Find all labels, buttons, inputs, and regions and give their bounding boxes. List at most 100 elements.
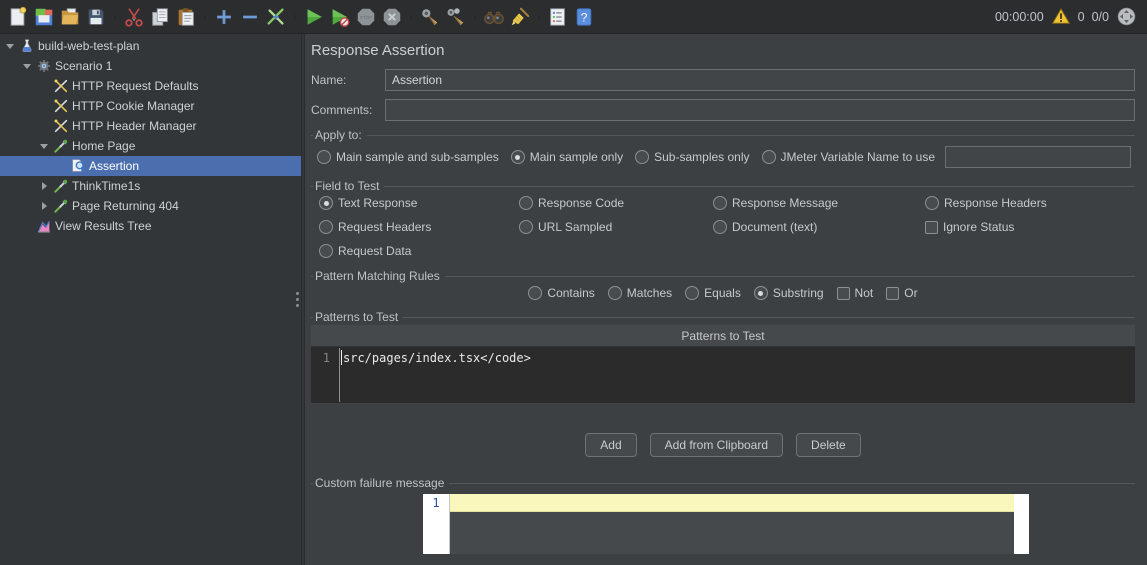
help-icon[interactable] [572, 5, 596, 29]
search-reset-icon[interactable] [508, 5, 532, 29]
tree-item[interactable]: Home Page [0, 136, 301, 156]
pattern-row[interactable]: 1 src/pages/index.tsx</code> [312, 348, 1134, 367]
expander-icon[interactable] [38, 196, 50, 216]
tree-item[interactable]: Page Returning 404 [0, 196, 301, 216]
radio-label: Matches [627, 286, 672, 300]
tree-item-label: Assertion [89, 159, 139, 173]
radio-option[interactable]: Ignore Status [925, 220, 1135, 234]
cut-icon[interactable] [122, 5, 146, 29]
radio-icon [319, 244, 333, 258]
radio-icon [319, 220, 333, 234]
expander-icon[interactable] [21, 216, 33, 236]
expander-icon[interactable] [38, 116, 50, 136]
radio-option[interactable]: Equals [685, 286, 741, 300]
patterns-editor[interactable]: 1 src/pages/index.tsx</code> [311, 347, 1135, 403]
name-input[interactable] [385, 69, 1135, 91]
wrench-icon [53, 78, 69, 94]
radio-icon [519, 220, 533, 234]
radio-option[interactable]: Document (text) [713, 220, 925, 234]
expander-icon[interactable] [21, 56, 33, 76]
expander-icon[interactable] [4, 36, 16, 56]
radio-option[interactable]: Main sample and sub-samples [317, 150, 499, 164]
radio-option[interactable]: Sub-samples only [635, 150, 749, 164]
expander-icon[interactable] [38, 76, 50, 96]
add-button[interactable]: Add [585, 433, 636, 457]
test-plan-tree: build-web-test-plan Scenario 1 HTTP Requ… [0, 34, 301, 565]
comments-input[interactable] [385, 99, 1135, 121]
start-no-pauses-icon[interactable] [328, 5, 352, 29]
editor-gutter: 1 [423, 494, 450, 554]
paste-icon[interactable] [174, 5, 198, 29]
expander-icon[interactable] [38, 176, 50, 196]
name-label: Name: [311, 73, 385, 87]
radio-option[interactable]: Text Response [319, 196, 519, 210]
tree-item[interactable]: Assertion [0, 156, 301, 176]
tree-item-label: HTTP Request Defaults [72, 79, 199, 93]
tree-item-label: ThinkTime1s [72, 179, 140, 193]
radio-label: Text Response [338, 196, 417, 210]
shutdown-icon[interactable] [380, 5, 404, 29]
tree-item[interactable]: ThinkTime1s [0, 176, 301, 196]
activity-indicator-icon [1116, 6, 1137, 27]
line-number: 1 [312, 351, 336, 365]
radio-icon [528, 286, 542, 300]
delete-button[interactable]: Delete [796, 433, 861, 457]
radio-label: URL Sampled [538, 220, 612, 234]
expander-icon[interactable] [55, 156, 67, 176]
radio-option[interactable]: Or [886, 286, 917, 300]
splitter-grip-icon [296, 292, 299, 307]
elapsed-timer: 00:00:00 [995, 10, 1044, 24]
field-to-test-options: Text Response Response Code Response Mes… [311, 187, 1135, 262]
radio-option[interactable]: Response Headers [925, 196, 1135, 210]
copy-icon[interactable] [148, 5, 172, 29]
radio-option[interactable]: Request Data [319, 244, 519, 258]
expander-icon[interactable] [38, 96, 50, 116]
radio-option[interactable]: Not [837, 286, 874, 300]
radio-option[interactable]: Response Code [519, 196, 713, 210]
add-from-clipboard-button[interactable]: Add from Clipboard [650, 433, 783, 457]
start-icon[interactable] [302, 5, 326, 29]
tree-item[interactable]: Scenario 1 [0, 56, 301, 76]
editor-scrollbar[interactable] [1014, 494, 1029, 554]
tree-item[interactable]: View Results Tree [0, 216, 301, 236]
custom-failure-input[interactable] [450, 494, 1014, 554]
radio-option[interactable]: Response Message [713, 196, 925, 210]
toggle-icon[interactable] [264, 5, 288, 29]
panel-title: Response Assertion [311, 42, 1135, 59]
expander-icon[interactable] [38, 136, 50, 156]
save-icon[interactable] [84, 5, 108, 29]
toolbar-separator [110, 5, 120, 29]
stop-icon[interactable] [354, 5, 378, 29]
clear-all-icon[interactable] [444, 5, 468, 29]
new-testplan-icon[interactable] [6, 5, 30, 29]
radio-option[interactable]: Request Headers [319, 220, 519, 234]
radio-option[interactable]: URL Sampled [519, 220, 713, 234]
open-file-icon[interactable] [58, 5, 82, 29]
pattern-text: src/pages/index.tsx</code> [342, 351, 531, 365]
toolbar-separator [406, 5, 416, 29]
radio-option[interactable]: Contains [528, 286, 594, 300]
wrench-icon [53, 98, 69, 114]
tree-item-label: Page Returning 404 [72, 199, 179, 213]
warning-icon[interactable] [1051, 7, 1071, 26]
radio-icon [319, 196, 333, 210]
radio-option[interactable]: Matches [608, 286, 672, 300]
pattern-buttons: Add Add from Clipboard Delete [311, 433, 1135, 457]
radio-option[interactable]: JMeter Variable Name to use [762, 150, 936, 164]
search-icon[interactable] [482, 5, 506, 29]
templates-icon[interactable] [32, 5, 56, 29]
tree-item[interactable]: build-web-test-plan [0, 36, 301, 56]
patterns-table-header[interactable]: Patterns to Test [311, 325, 1135, 347]
radio-option[interactable]: Main sample only [511, 150, 623, 164]
expand-all-icon[interactable] [212, 5, 236, 29]
clear-icon[interactable] [418, 5, 442, 29]
tree-item[interactable]: HTTP Cookie Manager [0, 96, 301, 116]
tree-item[interactable]: HTTP Header Manager [0, 116, 301, 136]
tree-item-label: View Results Tree [55, 219, 152, 233]
custom-failure-editor[interactable]: 1 [423, 494, 1029, 554]
radio-option[interactable]: Substring [754, 286, 824, 300]
collapse-all-icon[interactable] [238, 5, 262, 29]
tree-item[interactable]: HTTP Request Defaults [0, 76, 301, 96]
function-helper-icon[interactable] [546, 5, 570, 29]
jmeter-variable-input[interactable] [945, 146, 1131, 168]
